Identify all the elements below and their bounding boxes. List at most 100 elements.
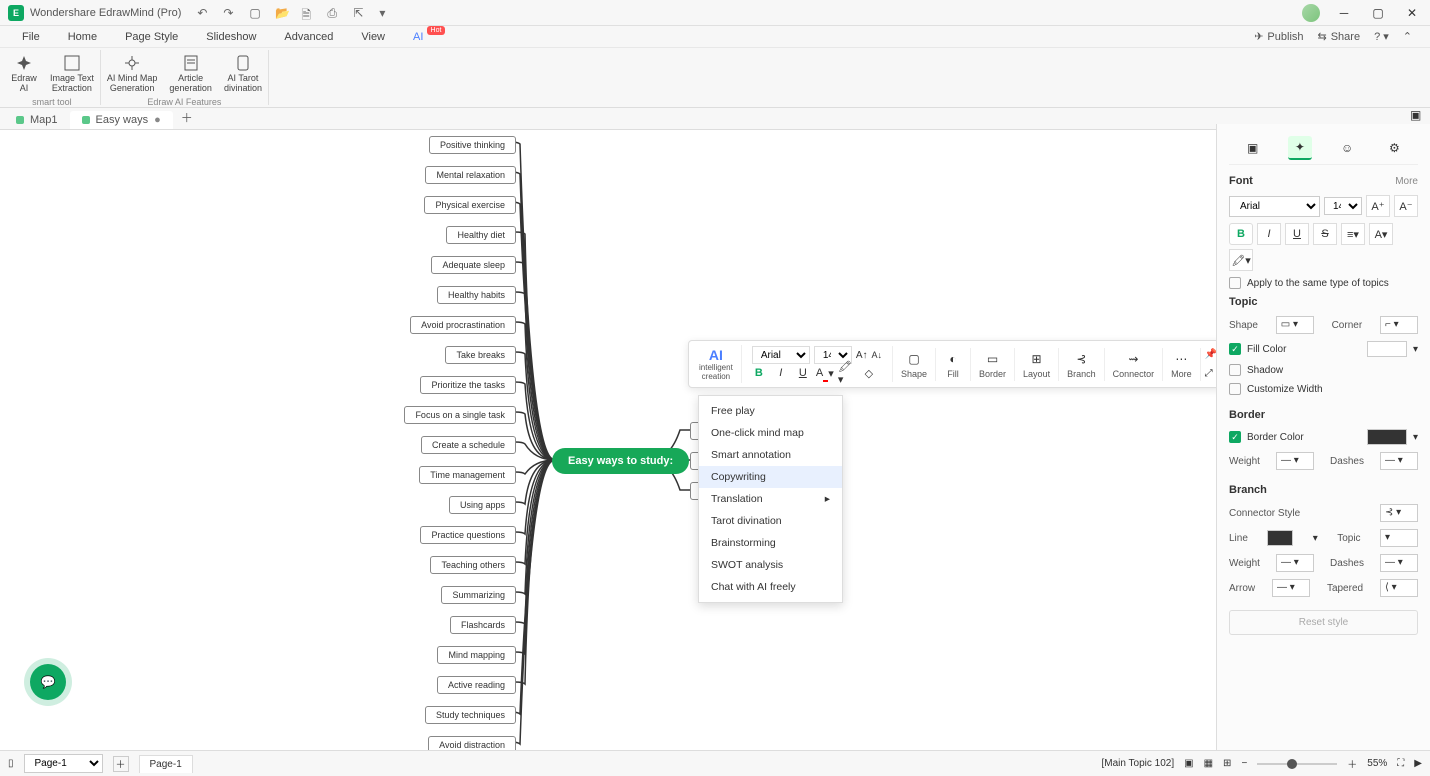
ctx-translation[interactable]: Translation▸ xyxy=(699,488,842,510)
left-node[interactable]: Mental relaxation xyxy=(425,166,516,184)
fit-screen-icon[interactable]: ⛶ xyxy=(1397,758,1404,769)
border-dashes-select[interactable]: — ▾ xyxy=(1380,452,1418,470)
shadow-checkbox[interactable]: Shadow xyxy=(1229,364,1418,376)
ribbon-edraw-ai[interactable]: EdrawAI xyxy=(4,52,44,96)
menu-home[interactable]: Home xyxy=(54,28,111,46)
highlight-button[interactable]: 🖍▾ xyxy=(838,364,856,382)
zoom-slider[interactable] xyxy=(1257,763,1337,765)
branch-dashes-select[interactable]: — ▾ xyxy=(1380,554,1418,572)
presentation-icon[interactable]: ▶ xyxy=(1414,758,1422,769)
left-node[interactable]: Physical exercise xyxy=(424,196,516,214)
left-node[interactable]: Teaching others xyxy=(430,556,516,574)
minimize-button[interactable]: ─ xyxy=(1334,3,1354,23)
arrow-select[interactable]: — ▾ xyxy=(1272,579,1310,597)
zoom-out-button[interactable]: − xyxy=(1241,758,1247,769)
maximize-button[interactable]: ▢ xyxy=(1368,3,1388,23)
border-weight-select[interactable]: — ▾ xyxy=(1276,452,1314,470)
ft-shape[interactable]: ▢Shape xyxy=(893,348,936,381)
underline-button[interactable]: U xyxy=(794,364,812,382)
fill-color-checkbox[interactable]: ✓Fill Color▾ xyxy=(1229,341,1418,357)
left-node[interactable]: Healthy diet xyxy=(446,226,516,244)
page-select[interactable]: Page-1 xyxy=(24,754,103,773)
ctx-brainstorming[interactable]: Brainstorming xyxy=(699,532,842,554)
left-node[interactable]: Summarizing xyxy=(441,586,516,604)
sp-tab-layout[interactable]: ▣ xyxy=(1241,136,1265,160)
fill-color-dropdown[interactable]: ▾ xyxy=(1413,344,1418,355)
menu-view[interactable]: View xyxy=(347,28,399,46)
font-shrink-icon[interactable]: A↓ xyxy=(871,350,882,360)
tab-easy-ways[interactable]: Easy ways● xyxy=(70,111,173,129)
left-node[interactable]: Avoid distraction xyxy=(428,736,516,750)
menu-ai[interactable]: AIHot xyxy=(399,28,437,46)
redo-icon[interactable]: ↷ xyxy=(223,6,237,20)
left-node[interactable]: Flashcards xyxy=(450,616,516,634)
border-color-swatch[interactable] xyxy=(1367,429,1407,445)
collapse-ribbon-button[interactable]: ⌃ xyxy=(1403,30,1412,43)
left-node[interactable]: Prioritize the tasks xyxy=(420,376,516,394)
ribbon-image-text-extraction[interactable]: Image TextExtraction xyxy=(44,52,100,96)
left-node[interactable]: Healthy habits xyxy=(437,286,516,304)
zoom-value[interactable]: 55% xyxy=(1367,758,1387,769)
close-button[interactable]: ✕ xyxy=(1402,3,1422,23)
share-button[interactable]: ⇆Share xyxy=(1318,30,1361,43)
help-button[interactable]: ? ▾ xyxy=(1374,30,1389,43)
undo-icon[interactable]: ↶ xyxy=(197,6,211,20)
ribbon-article-generation[interactable]: Articlegeneration xyxy=(163,52,218,96)
publish-button[interactable]: ✈Publish xyxy=(1254,30,1303,43)
tab-map1[interactable]: Map1 xyxy=(4,111,70,129)
print-icon[interactable]: ⎙ xyxy=(327,6,341,20)
font-family-select[interactable]: Arial xyxy=(1229,196,1320,217)
ai-chat-fab[interactable]: 💬 xyxy=(30,664,66,700)
ft-more[interactable]: ⋯More xyxy=(1163,348,1201,381)
ribbon-ai-mind-map[interactable]: AI Mind MapGeneration xyxy=(101,52,164,96)
ctx-swot-analysis[interactable]: SWOT analysis xyxy=(699,554,842,576)
font-more-link[interactable]: More xyxy=(1395,176,1418,187)
ft-branch[interactable]: ⊰Branch xyxy=(1059,348,1105,381)
left-node[interactable]: Adequate sleep xyxy=(431,256,516,274)
ctx-smart-annotation[interactable]: Smart annotation xyxy=(699,444,842,466)
strike-toggle[interactable]: S xyxy=(1313,223,1337,245)
font-shrink-button[interactable]: A⁻ xyxy=(1394,195,1418,217)
central-topic[interactable]: Easy ways to study: xyxy=(552,448,689,474)
bold-button[interactable]: B xyxy=(750,364,768,382)
ft-fill[interactable]: ◐Fill xyxy=(936,348,971,381)
align-button[interactable]: ≡▾ xyxy=(1341,223,1365,245)
ctx-free-play[interactable]: Free play xyxy=(699,400,842,422)
sp-tab-settings[interactable]: ⚙ xyxy=(1382,136,1406,160)
ctx-copywriting[interactable]: Copywriting xyxy=(699,466,842,488)
apply-same-checkbox[interactable]: Apply to the same type of topics xyxy=(1229,277,1418,289)
underline-toggle[interactable]: U xyxy=(1285,223,1309,245)
fill-color-swatch[interactable] xyxy=(1367,341,1407,357)
italic-button[interactable]: I xyxy=(772,364,790,382)
sp-tab-tag[interactable]: ☺ xyxy=(1335,136,1359,160)
bold-toggle[interactable]: B xyxy=(1229,223,1253,245)
line-color-swatch[interactable] xyxy=(1267,530,1293,546)
border-color-checkbox[interactable]: ✓Border Color▾ xyxy=(1229,429,1418,445)
ft-ai-creation[interactable]: AI intelligent creation xyxy=(691,345,742,383)
new-icon[interactable]: ▢ xyxy=(249,6,263,20)
left-node[interactable]: Time management xyxy=(419,466,516,484)
clear-format-button[interactable]: ◇ xyxy=(860,364,878,382)
shape-select[interactable]: ▭ ▾ xyxy=(1276,316,1314,334)
user-avatar[interactable] xyxy=(1302,4,1320,22)
font-size-select[interactable]: 14 xyxy=(1324,197,1362,215)
reset-style-button[interactable]: Reset style xyxy=(1229,610,1418,635)
ctx-one-click-mind-map[interactable]: One-click mind map xyxy=(699,422,842,444)
font-color-button[interactable]: A▾ xyxy=(816,364,834,382)
mindmap-canvas[interactable]: Easy ways to study: 💬 Positive thinking M… xyxy=(0,130,1216,750)
view-mode-2-icon[interactable]: ▦ xyxy=(1204,758,1213,769)
side-panel-toggle-icon[interactable]: ▣ xyxy=(1410,108,1426,124)
zoom-in-button[interactable]: ＋ xyxy=(1347,756,1357,771)
ft-font-select[interactable]: Arial xyxy=(752,346,810,364)
connector-style-select[interactable]: ⊰ ▾ xyxy=(1380,504,1418,522)
left-node[interactable]: Create a schedule xyxy=(421,436,516,454)
left-node[interactable]: Positive thinking xyxy=(429,136,516,154)
zoom-thumb[interactable] xyxy=(1287,759,1297,769)
left-node[interactable]: Study techniques xyxy=(425,706,516,724)
left-node[interactable]: Practice questions xyxy=(420,526,516,544)
left-node[interactable]: Mind mapping xyxy=(437,646,516,664)
tapered-select[interactable]: ⟨ ▾ xyxy=(1380,579,1418,597)
open-icon[interactable]: 📂 xyxy=(275,6,289,20)
highlight-dropdown[interactable]: 🖍▾ xyxy=(1229,249,1253,271)
font-grow-button[interactable]: A⁺ xyxy=(1366,195,1390,217)
